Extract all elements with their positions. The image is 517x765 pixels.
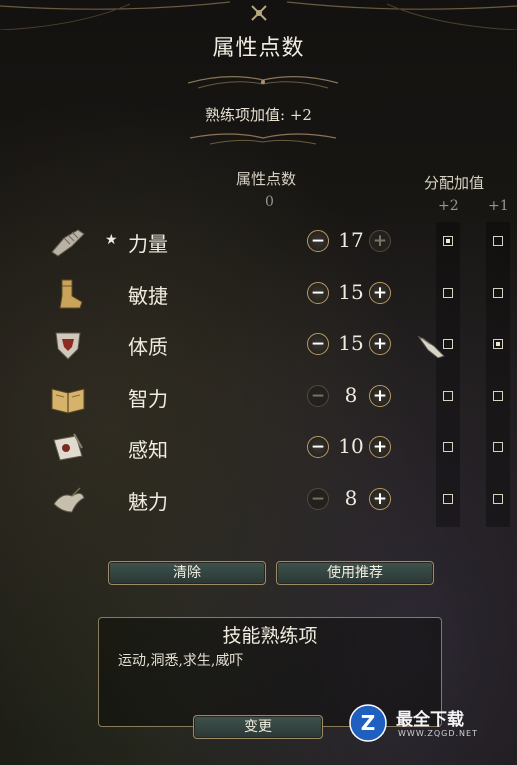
plus1-bonus-checkbox[interactable]	[493, 494, 503, 504]
plus1-bonus-checkbox[interactable]	[493, 236, 503, 246]
skill-proficiency-title: 技能熟练项	[222, 625, 318, 647]
watermark-logo-icon: Z	[349, 704, 387, 742]
title-divider	[188, 76, 338, 89]
top-ornament	[0, 1, 517, 30]
plus2-bonus-checkbox[interactable]	[443, 236, 453, 246]
increase-attribute-button[interactable]: +	[369, 230, 391, 252]
attribute-value: 15	[338, 331, 364, 355]
plus2-bonus-checkbox[interactable]	[443, 494, 453, 504]
plus2-column-track	[436, 222, 460, 527]
plus1-bonus-checkbox[interactable]	[493, 288, 503, 298]
plus2-bonus-checkbox[interactable]	[443, 391, 453, 401]
attribute-value: 10	[338, 434, 364, 458]
watermark-url: WWW.ZQGD.NET	[398, 729, 478, 738]
bonus-column-header: 分配加值	[424, 174, 485, 192]
points-remaining: 0	[265, 194, 274, 210]
decrease-attribute-button[interactable]: −	[307, 333, 329, 355]
plus1-bonus-checkbox[interactable]	[493, 391, 503, 401]
bird-icon	[53, 487, 85, 513]
increase-attribute-button[interactable]: +	[369, 282, 391, 304]
attribute-value: 8	[344, 383, 358, 407]
scroll-icon	[53, 433, 83, 461]
increase-attribute-button[interactable]: +	[369, 333, 391, 355]
watermark-name: 最全下载	[396, 710, 464, 730]
bonus-plus2-header: +2	[438, 198, 459, 214]
proficiency-bonus: 熟练项加值: +2	[205, 106, 312, 124]
attribute-value: 15	[338, 280, 364, 304]
increase-attribute-button[interactable]: +	[369, 436, 391, 458]
bonus-plus1-header: +1	[488, 198, 509, 214]
increase-attribute-button[interactable]: +	[369, 385, 391, 407]
cursor-gauntlet-icon	[417, 335, 445, 359]
plus1-column-track	[486, 222, 510, 527]
attribute-label: 体质	[128, 335, 168, 359]
plus2-bonus-checkbox[interactable]	[443, 288, 453, 298]
svg-text:Z: Z	[361, 711, 376, 735]
boot-icon	[59, 279, 83, 309]
attribute-label: 力量	[128, 232, 168, 256]
page-title: 属性点数	[212, 36, 305, 61]
primary-attribute-star-icon: ★	[105, 232, 118, 248]
gauntlet-icon	[51, 229, 85, 257]
attribute-label: 感知	[128, 438, 168, 462]
shield-icon	[55, 332, 81, 360]
attribute-value: 8	[344, 486, 358, 510]
change-skills-button[interactable]: 变更	[193, 715, 323, 739]
attribute-value: 17	[338, 228, 364, 252]
plus2-bonus-checkbox[interactable]	[443, 442, 453, 452]
clear-button[interactable]: 清除	[108, 561, 266, 585]
decrease-attribute-button[interactable]: −	[307, 385, 329, 407]
book-icon	[51, 388, 85, 414]
decrease-attribute-button[interactable]: −	[307, 488, 329, 510]
increase-attribute-button[interactable]: +	[369, 488, 391, 510]
attribute-label: 敏捷	[128, 284, 168, 308]
attribute-label: 魅力	[128, 490, 168, 514]
site-watermark: Z 最全下载 WWW.ZQGD.NET	[348, 703, 508, 743]
decrease-attribute-button[interactable]: −	[307, 282, 329, 304]
skill-proficiency-list: 运动,洞悉,求生,威吓	[118, 653, 244, 669]
attribute-label: 智力	[128, 387, 168, 411]
decrease-attribute-button[interactable]: −	[307, 436, 329, 458]
crossed-axes-icon	[251, 5, 267, 21]
use-recommended-button[interactable]: 使用推荐	[276, 561, 434, 585]
proficiency-divider	[190, 133, 336, 145]
points-column-header: 属性点数	[236, 170, 297, 188]
decrease-attribute-button[interactable]: −	[307, 230, 329, 252]
plus1-bonus-checkbox[interactable]	[493, 339, 503, 349]
plus1-bonus-checkbox[interactable]	[493, 442, 503, 452]
